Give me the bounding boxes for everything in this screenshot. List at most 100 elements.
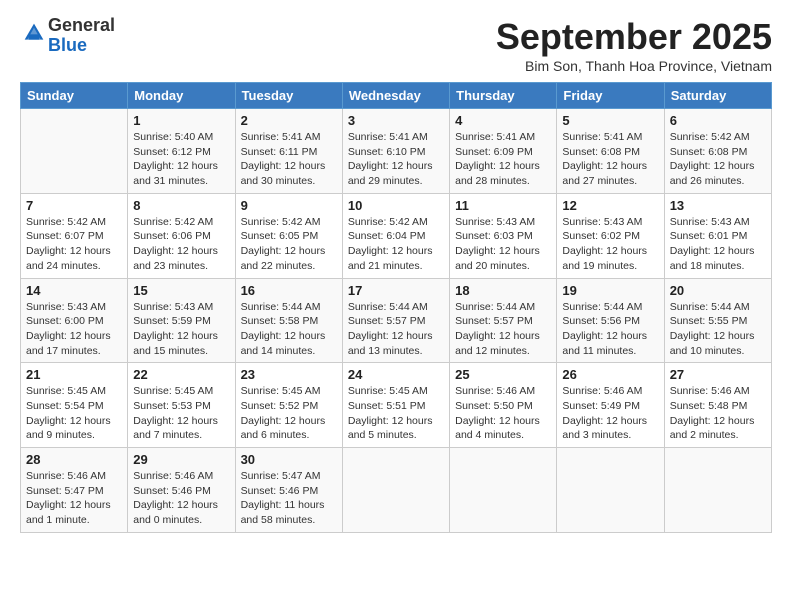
weekday-header-sunday: Sunday [21,83,128,109]
page-header: General Blue September 2025 Bim Son, Tha… [20,16,772,74]
calendar-week-row: 7 Sunrise: 5:42 AM Sunset: 6:07 PM Daylig… [21,193,772,278]
calendar-cell: 15 Sunrise: 5:43 AM Sunset: 5:59 PM Dayli… [128,278,235,363]
day-number: 8 [133,198,229,213]
day-number: 28 [26,452,122,467]
day-number: 22 [133,367,229,382]
day-number: 27 [670,367,766,382]
calendar-cell [342,448,449,533]
day-info: Sunrise: 5:44 AM Sunset: 5:58 PM Dayligh… [241,300,337,359]
calendar-cell: 22 Sunrise: 5:45 AM Sunset: 5:53 PM Dayli… [128,363,235,448]
calendar-cell: 16 Sunrise: 5:44 AM Sunset: 5:58 PM Dayli… [235,278,342,363]
day-info: Sunrise: 5:42 AM Sunset: 6:04 PM Dayligh… [348,215,444,274]
day-number: 3 [348,113,444,128]
day-info: Sunrise: 5:44 AM Sunset: 5:55 PM Dayligh… [670,300,766,359]
logo-icon [22,21,46,45]
calendar-week-row: 14Sunrise: 5:43 AM Sunset: 6:00 PM Dayli… [21,278,772,363]
day-info: Sunrise: 5:43 AM Sunset: 6:03 PM Dayligh… [455,215,551,274]
day-number: 15 [133,283,229,298]
day-info: Sunrise: 5:44 AM Sunset: 5:57 PM Dayligh… [455,300,551,359]
weekday-header-row: SundayMondayTuesdayWednesdayThursdayFrid… [21,83,772,109]
day-info: Sunrise: 5:42 AM Sunset: 6:08 PM Dayligh… [670,130,766,189]
day-info: Sunrise: 5:46 AM Sunset: 5:49 PM Dayligh… [562,384,658,443]
day-number: 19 [562,283,658,298]
calendar-cell: 4Sunrise: 5:41 AM Sunset: 6:09 PM Daylig… [450,109,557,194]
day-info: Sunrise: 5:42 AM Sunset: 6:05 PM Dayligh… [241,215,337,274]
day-info: Sunrise: 5:44 AM Sunset: 5:57 PM Dayligh… [348,300,444,359]
day-number: 24 [348,367,444,382]
day-number: 6 [670,113,766,128]
day-info: Sunrise: 5:43 AM Sunset: 5:59 PM Dayligh… [133,300,229,359]
calendar-cell: 11Sunrise: 5:43 AM Sunset: 6:03 PM Dayli… [450,193,557,278]
calendar-cell: 3 Sunrise: 5:41 AM Sunset: 6:10 PM Daylig… [342,109,449,194]
title-block: September 2025 Bim Son, Thanh Hoa Provin… [496,16,772,74]
day-info: Sunrise: 5:45 AM Sunset: 5:52 PM Dayligh… [241,384,337,443]
day-info: Sunrise: 5:45 AM Sunset: 5:53 PM Dayligh… [133,384,229,443]
day-info: Sunrise: 5:43 AM Sunset: 6:01 PM Dayligh… [670,215,766,274]
calendar-cell: 24 Sunrise: 5:45 AM Sunset: 5:51 PM Dayli… [342,363,449,448]
day-info: Sunrise: 5:47 AM Sunset: 5:46 PM Dayligh… [241,469,337,528]
calendar-cell: 2Sunrise: 5:41 AM Sunset: 6:11 PM Daylig… [235,109,342,194]
calendar-cell: 28 Sunrise: 5:46 AM Sunset: 5:47 PM Dayli… [21,448,128,533]
calendar-cell: 13 Sunrise: 5:43 AM Sunset: 6:01 PM Dayli… [664,193,771,278]
calendar-cell [21,109,128,194]
day-number: 29 [133,452,229,467]
day-number: 30 [241,452,337,467]
logo: General Blue [20,16,115,56]
day-number: 1 [133,113,229,128]
calendar-cell: 20 Sunrise: 5:44 AM Sunset: 5:55 PM Dayli… [664,278,771,363]
calendar-cell: 1 Sunrise: 5:40 AM Sunset: 6:12 PM Daylig… [128,109,235,194]
day-info: Sunrise: 5:45 AM Sunset: 5:54 PM Dayligh… [26,384,122,443]
calendar-cell: 8 Sunrise: 5:42 AM Sunset: 6:06 PM Daylig… [128,193,235,278]
weekday-header-thursday: Thursday [450,83,557,109]
day-number: 20 [670,283,766,298]
weekday-header-tuesday: Tuesday [235,83,342,109]
calendar-cell: 17Sunrise: 5:44 AM Sunset: 5:57 PM Dayli… [342,278,449,363]
calendar-week-row: 1 Sunrise: 5:40 AM Sunset: 6:12 PM Daylig… [21,109,772,194]
day-info: Sunrise: 5:42 AM Sunset: 6:07 PM Dayligh… [26,215,122,274]
day-info: Sunrise: 5:41 AM Sunset: 6:09 PM Dayligh… [455,130,551,189]
day-number: 26 [562,367,658,382]
calendar-week-row: 28 Sunrise: 5:46 AM Sunset: 5:47 PM Dayli… [21,448,772,533]
calendar-cell: 10 Sunrise: 5:42 AM Sunset: 6:04 PM Dayli… [342,193,449,278]
day-info: Sunrise: 5:46 AM Sunset: 5:48 PM Dayligh… [670,384,766,443]
calendar-cell: 6 Sunrise: 5:42 AM Sunset: 6:08 PM Daylig… [664,109,771,194]
calendar-cell: 25Sunrise: 5:46 AM Sunset: 5:50 PM Dayli… [450,363,557,448]
day-info: Sunrise: 5:44 AM Sunset: 5:56 PM Dayligh… [562,300,658,359]
day-number: 10 [348,198,444,213]
day-number: 25 [455,367,551,382]
day-number: 21 [26,367,122,382]
weekday-header-friday: Friday [557,83,664,109]
calendar-cell [664,448,771,533]
day-info: Sunrise: 5:41 AM Sunset: 6:08 PM Dayligh… [562,130,658,189]
calendar-cell: 14Sunrise: 5:43 AM Sunset: 6:00 PM Dayli… [21,278,128,363]
calendar-cell: 12Sunrise: 5:43 AM Sunset: 6:02 PM Dayli… [557,193,664,278]
day-info: Sunrise: 5:41 AM Sunset: 6:11 PM Dayligh… [241,130,337,189]
weekday-header-wednesday: Wednesday [342,83,449,109]
weekday-header-saturday: Saturday [664,83,771,109]
location-title: Bim Son, Thanh Hoa Province, Vietnam [496,58,772,74]
calendar-cell [557,448,664,533]
month-title: September 2025 [496,16,772,58]
day-number: 16 [241,283,337,298]
day-number: 7 [26,198,122,213]
calendar-cell: 9Sunrise: 5:42 AM Sunset: 6:05 PM Daylig… [235,193,342,278]
day-info: Sunrise: 5:42 AM Sunset: 6:06 PM Dayligh… [133,215,229,274]
day-info: Sunrise: 5:46 AM Sunset: 5:47 PM Dayligh… [26,469,122,528]
day-number: 5 [562,113,658,128]
calendar-table: SundayMondayTuesdayWednesdayThursdayFrid… [20,82,772,533]
calendar-cell: 18Sunrise: 5:44 AM Sunset: 5:57 PM Dayli… [450,278,557,363]
calendar-cell: 29 Sunrise: 5:46 AM Sunset: 5:46 PM Dayli… [128,448,235,533]
calendar-cell: 7 Sunrise: 5:42 AM Sunset: 6:07 PM Daylig… [21,193,128,278]
day-info: Sunrise: 5:41 AM Sunset: 6:10 PM Dayligh… [348,130,444,189]
day-info: Sunrise: 5:46 AM Sunset: 5:46 PM Dayligh… [133,469,229,528]
day-info: Sunrise: 5:40 AM Sunset: 6:12 PM Dayligh… [133,130,229,189]
day-number: 14 [26,283,122,298]
calendar-cell: 26 Sunrise: 5:46 AM Sunset: 5:49 PM Dayli… [557,363,664,448]
calendar-cell: 27 Sunrise: 5:46 AM Sunset: 5:48 PM Dayli… [664,363,771,448]
calendar-cell: 19 Sunrise: 5:44 AM Sunset: 5:56 PM Dayli… [557,278,664,363]
day-info: Sunrise: 5:45 AM Sunset: 5:51 PM Dayligh… [348,384,444,443]
calendar-cell: 5 Sunrise: 5:41 AM Sunset: 6:08 PM Daylig… [557,109,664,194]
calendar-week-row: 21 Sunrise: 5:45 AM Sunset: 5:54 PM Dayli… [21,363,772,448]
calendar-cell: 21 Sunrise: 5:45 AM Sunset: 5:54 PM Dayli… [21,363,128,448]
day-number: 13 [670,198,766,213]
